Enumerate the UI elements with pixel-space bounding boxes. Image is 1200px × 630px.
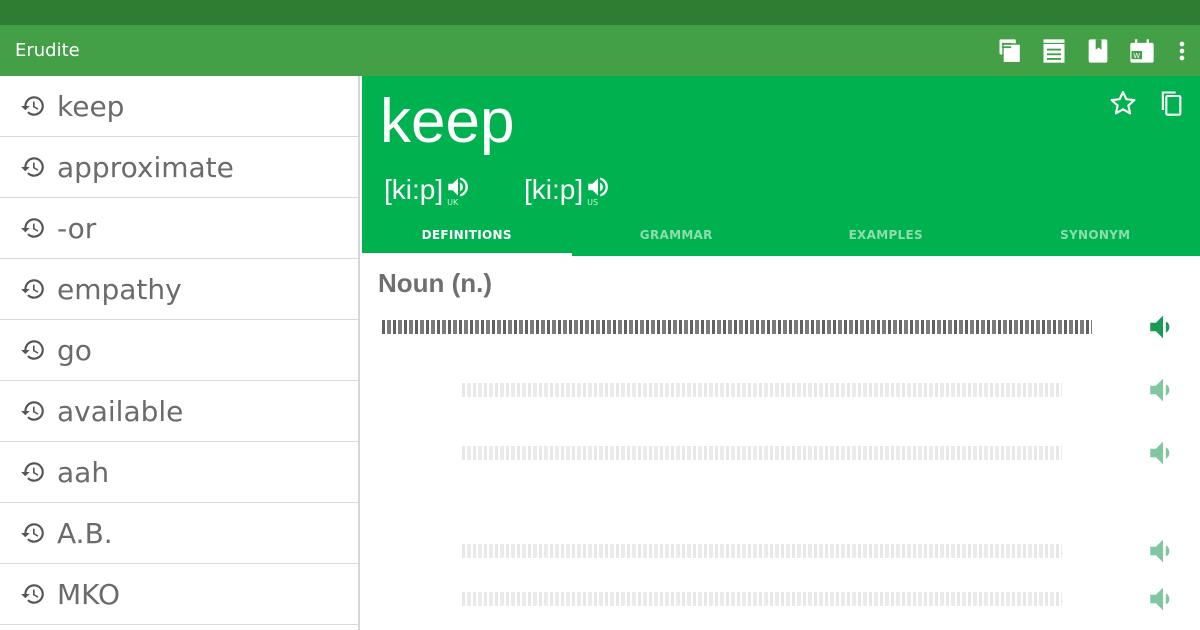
headword: keep — [380, 87, 515, 156]
definition-speak-button[interactable] — [1146, 310, 1182, 346]
history-icon — [20, 215, 46, 241]
definitions-content: Noun (n.) — [362, 256, 1200, 630]
definition-text-illegible — [462, 592, 1062, 606]
more-vert-icon — [1179, 41, 1185, 60]
history-item[interactable]: available — [0, 381, 358, 442]
tab-synonym[interactable]: SYNONYM — [991, 222, 1200, 256]
history-item-label: go — [57, 333, 92, 367]
history-item-label: available — [57, 394, 184, 428]
speaker-icon — [588, 177, 609, 197]
pronunciation-speaker: UK — [445, 174, 473, 214]
history-item-label: empathy — [57, 272, 182, 306]
flashcards-button[interactable] — [988, 29, 1032, 73]
history-item[interactable]: go — [0, 320, 358, 381]
pronunciation-us[interactable]: [ki:p] US — [524, 174, 613, 214]
history-icon — [20, 459, 46, 485]
speaker-icon — [1150, 587, 1170, 611]
definition-row — [382, 580, 1182, 620]
definition-text-illegible — [382, 320, 1092, 334]
flashcards-icon — [999, 38, 1022, 63]
history-item[interactable]: keep — [0, 76, 358, 137]
history-item[interactable]: approximate — [0, 137, 358, 198]
speaker-icon — [1150, 539, 1170, 563]
pronunciation-uk[interactable]: [ki:p] UK — [384, 174, 473, 214]
history-item-label: aah — [57, 455, 110, 489]
speaker-icon — [1150, 378, 1170, 402]
history-item[interactable]: A.B. — [0, 503, 358, 564]
copy-icon — [1161, 91, 1182, 116]
definition-row — [382, 308, 1182, 348]
tab-definitions[interactable]: DEFINITIONS — [362, 222, 572, 256]
definition-row — [382, 434, 1182, 474]
star-outline-icon — [1110, 90, 1136, 115]
history-item-label: MKO — [57, 577, 121, 611]
history-icon — [20, 276, 46, 302]
word-of-day-button[interactable]: W — [1120, 29, 1164, 73]
pronunciation-speaker: US — [585, 174, 613, 214]
history-item-label: keep — [57, 89, 125, 123]
status-bar — [0, 0, 1200, 25]
definition-speak-button[interactable] — [1146, 436, 1182, 472]
definition-text-illegible — [462, 544, 1062, 558]
archive-button[interactable] — [1032, 29, 1076, 73]
word-of-day-icon: W — [1130, 38, 1154, 63]
bookmarks-button[interactable] — [1076, 29, 1120, 73]
bookmark-icon — [1088, 38, 1108, 63]
app-bar: Erudite W — [0, 25, 1200, 76]
definition-speak-button[interactable] — [1146, 534, 1182, 570]
part-of-speech: Noun (n.) — [378, 268, 493, 298]
pronunciation-text: [ki:p] — [524, 174, 584, 205]
definition-speak-button[interactable] — [1146, 582, 1182, 618]
more-options-button[interactable] — [1164, 29, 1200, 73]
history-icon — [20, 398, 46, 424]
history-item[interactable]: empathy — [0, 259, 358, 320]
app-title: Erudite — [15, 40, 80, 61]
entry-panel: keep [ki:p] UK [ki:p] US DEFINITIONS GRA… — [362, 76, 1200, 630]
pronunciation-region: US — [587, 198, 599, 207]
history-item-label: A.B. — [57, 516, 113, 550]
entry-actions — [1108, 88, 1186, 118]
svg-text:W: W — [1133, 52, 1140, 60]
history-icon — [20, 581, 46, 607]
definition-text-illegible — [462, 383, 1062, 397]
tab-grammar[interactable]: GRAMMAR — [572, 222, 782, 256]
history-icon — [20, 93, 46, 119]
copy-button[interactable] — [1156, 88, 1186, 118]
history-list: keep approximate -or empathy go availabl… — [0, 76, 360, 630]
pronunciation-text: [ki:p] — [384, 174, 444, 205]
definition-row — [382, 532, 1182, 572]
entry-header: keep [ki:p] UK [ki:p] US DEFINITIONS GRA… — [362, 76, 1200, 256]
history-item[interactable]: MKO — [0, 564, 358, 625]
definition-speak-button[interactable] — [1146, 373, 1182, 409]
speaker-icon — [1150, 441, 1170, 465]
pronunciation-region: UK — [447, 198, 459, 207]
definition-text-illegible — [462, 446, 1062, 460]
history-icon — [20, 337, 46, 363]
speaker-icon — [448, 177, 469, 197]
history-item[interactable]: -or — [0, 198, 358, 259]
tab-examples[interactable]: EXAMPLES — [781, 222, 991, 256]
speaker-icon — [1150, 315, 1170, 339]
archive-icon — [1043, 38, 1065, 63]
favorite-button[interactable] — [1108, 88, 1138, 118]
definition-row — [382, 371, 1182, 411]
history-icon — [20, 154, 46, 180]
history-icon — [20, 520, 46, 546]
entry-tabs: DEFINITIONS GRAMMAR EXAMPLES SYNONYM — [362, 222, 1200, 256]
history-item[interactable]: aah — [0, 442, 358, 503]
history-item-label: -or — [57, 211, 97, 245]
history-item-label: approximate — [57, 150, 234, 184]
